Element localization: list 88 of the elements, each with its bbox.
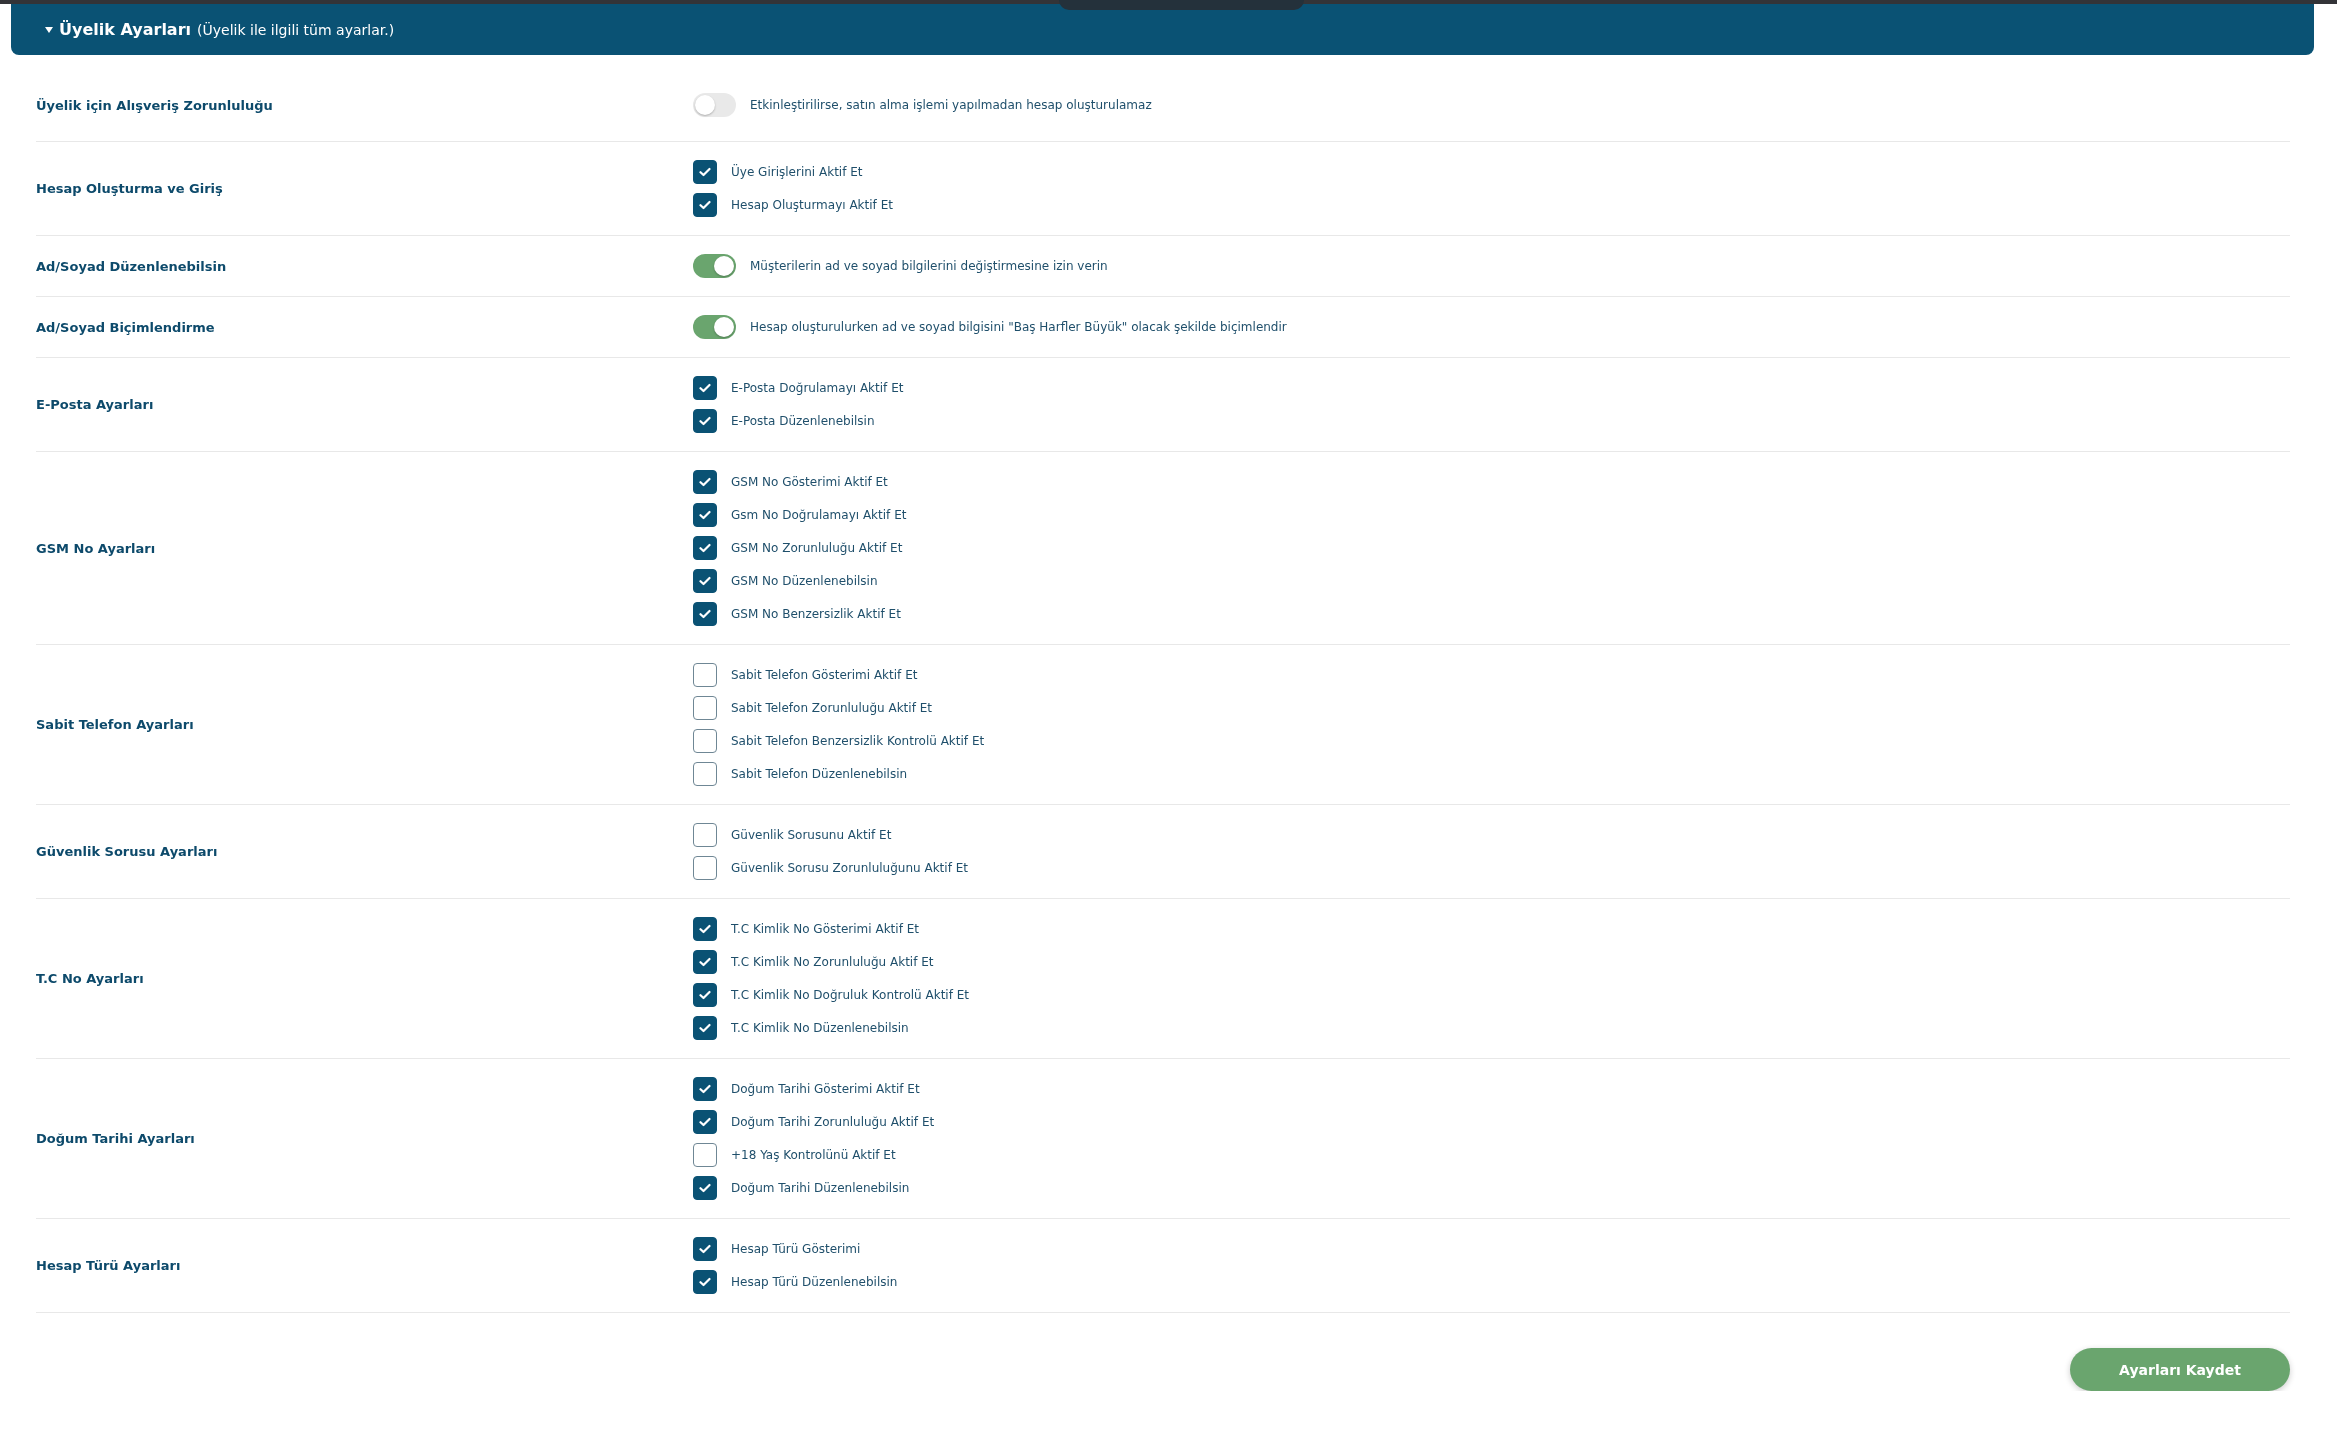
setting-label: Hesap Türü Ayarları [36, 1258, 182, 1273]
check-icon [699, 1117, 711, 1127]
checkbox[interactable] [693, 409, 717, 433]
checkbox[interactable] [693, 1077, 717, 1101]
checkbox[interactable] [693, 917, 717, 941]
setting-label: Hesap Oluşturma ve Giriş [36, 181, 224, 196]
check-icon [699, 1244, 711, 1254]
toggle-description: Etkinleştirilirse, satın alma işlemi yapılmadan hesap oluşturulamaz [750, 98, 1152, 112]
checkbox[interactable] [693, 376, 717, 400]
checkbox[interactable] [693, 729, 717, 753]
setting-label: T.C No Ayarları [36, 971, 145, 986]
setting-label: Üyelik için Alışveriş Zorunluluğu [36, 97, 274, 113]
toggle-switch[interactable] [693, 254, 736, 278]
checkbox[interactable] [693, 983, 717, 1007]
check-icon [699, 543, 711, 553]
checkbox-label[interactable]: T.C Kimlik No Düzenlenebilsin [731, 1021, 909, 1035]
checkbox-label[interactable]: T.C Kimlik No Zorunluluğu Aktif Et [731, 955, 934, 969]
check-icon [699, 1084, 711, 1094]
check-icon [699, 576, 711, 586]
checkbox[interactable] [693, 1110, 717, 1134]
check-icon [699, 609, 711, 619]
section-header[interactable]: Üyelik Ayarları (Üyelik ile ilgili tüm ayarlar.) [11, 4, 2314, 55]
section-title: Üyelik Ayarları [59, 20, 192, 39]
checkbox[interactable] [693, 762, 717, 786]
checkbox-label[interactable]: Üye Girişlerini Aktif Et [731, 165, 863, 179]
checkbox[interactable] [693, 1176, 717, 1200]
checkbox[interactable] [693, 663, 717, 687]
checkbox[interactable] [693, 193, 717, 217]
checkbox-label[interactable]: E-Posta Doğrulamayı Aktif Et [731, 381, 904, 395]
check-icon [699, 167, 711, 177]
checkbox-label[interactable]: T.C Kimlik No Gösterimi Aktif Et [731, 922, 919, 936]
section-subtitle: (Üyelik ile ilgili tüm ayarlar.) [197, 21, 395, 38]
check-icon [699, 416, 711, 426]
checkbox-label[interactable]: E-Posta Düzenlenebilsin [731, 414, 875, 428]
checkbox[interactable] [693, 1143, 717, 1167]
setting-label: Ad/Soyad Düzenlenebilsin [36, 258, 228, 274]
checkbox[interactable] [693, 536, 717, 560]
checkbox[interactable] [693, 1016, 717, 1040]
checkbox-label[interactable]: Doğum Tarihi Gösterimi Aktif Et [731, 1082, 920, 1096]
check-icon [699, 200, 711, 210]
setting-label: Doğum Tarihi Ayarları [36, 1131, 196, 1146]
checkbox-label[interactable]: T.C Kimlik No Doğruluk Kontrolü Aktif Et [731, 988, 970, 1002]
checkbox[interactable] [693, 856, 717, 880]
checkbox-label[interactable]: Hesap Türü Düzenlenebilsin [731, 1275, 898, 1289]
checkbox[interactable] [693, 160, 717, 184]
checkbox[interactable] [693, 823, 717, 847]
setting-label: Sabit Telefon Ayarları [36, 717, 195, 732]
checkbox-label[interactable]: Doğum Tarihi Düzenlenebilsin [731, 1181, 910, 1195]
checkbox[interactable] [693, 470, 717, 494]
setting-label: GSM No Ayarları [36, 540, 157, 556]
checkbox-label[interactable]: Sabit Telefon Gösterimi Aktif Et [731, 668, 918, 682]
setting-label: Ad/Soyad Biçimlendirme [36, 319, 216, 335]
check-icon [699, 510, 711, 520]
checkbox[interactable] [693, 569, 717, 593]
checkbox[interactable] [693, 503, 717, 527]
checkbox[interactable] [693, 950, 717, 974]
checkbox-label[interactable]: Hesap Oluşturmayı Aktif Et [731, 198, 893, 212]
checkbox[interactable] [693, 1237, 717, 1261]
checkbox-label[interactable]: Güvenlik Sorusu Zorunluluğunu Aktif Et [731, 861, 968, 875]
checkbox-label[interactable]: GSM No Gösterimi Aktif Et [731, 475, 888, 489]
checkbox-label[interactable]: Doğum Tarihi Zorunluluğu Aktif Et [731, 1115, 935, 1129]
checkbox[interactable] [693, 1270, 717, 1294]
check-icon [699, 990, 711, 1000]
checkbox-label[interactable]: +18 Yaş Kontrolünü Aktif Et [731, 1148, 896, 1162]
toggle-description: Hesap oluşturulurken ad ve soyad bilgisini "Baş Harfler Büyük" olacak şekilde biçimlendir [750, 320, 1287, 334]
checkbox-label[interactable]: Sabit Telefon Benzersizlik Kontrolü Aktif Et [731, 734, 985, 748]
checkbox[interactable] [693, 696, 717, 720]
toggle-description: Müşterilerin ad ve soyad bilgilerini değiştirmesine izin verin [750, 259, 1108, 273]
check-icon [699, 1183, 711, 1193]
setting-label: Güvenlik Sorusu Ayarları [36, 844, 219, 859]
checkbox-label[interactable]: Hesap Türü Gösterimi [731, 1242, 861, 1256]
checkbox[interactable] [693, 602, 717, 626]
check-icon [699, 1277, 711, 1287]
checkbox-label[interactable]: Sabit Telefon Zorunluluğu Aktif Et [731, 701, 932, 715]
check-icon [699, 383, 711, 393]
checkbox-label[interactable]: GSM No Benzersizlik Aktif Et [731, 607, 901, 621]
checkbox-label[interactable]: Gsm No Doğrulamayı Aktif Et [731, 508, 907, 522]
toggle-switch[interactable] [693, 315, 736, 339]
checkbox-label[interactable]: Sabit Telefon Düzenlenebilsin [731, 767, 908, 781]
checkbox-label[interactable]: Güvenlik Sorusunu Aktif Et [731, 828, 892, 842]
setting-label: E-Posta Ayarları [36, 397, 155, 412]
check-icon [699, 477, 711, 487]
check-icon [699, 1023, 711, 1033]
check-icon [699, 957, 711, 967]
toggle-switch[interactable] [693, 93, 736, 117]
checkbox-label[interactable]: GSM No Düzenlenebilsin [731, 574, 878, 588]
checkbox-label[interactable]: GSM No Zorunluluğu Aktif Et [731, 541, 903, 555]
check-icon [699, 924, 711, 934]
